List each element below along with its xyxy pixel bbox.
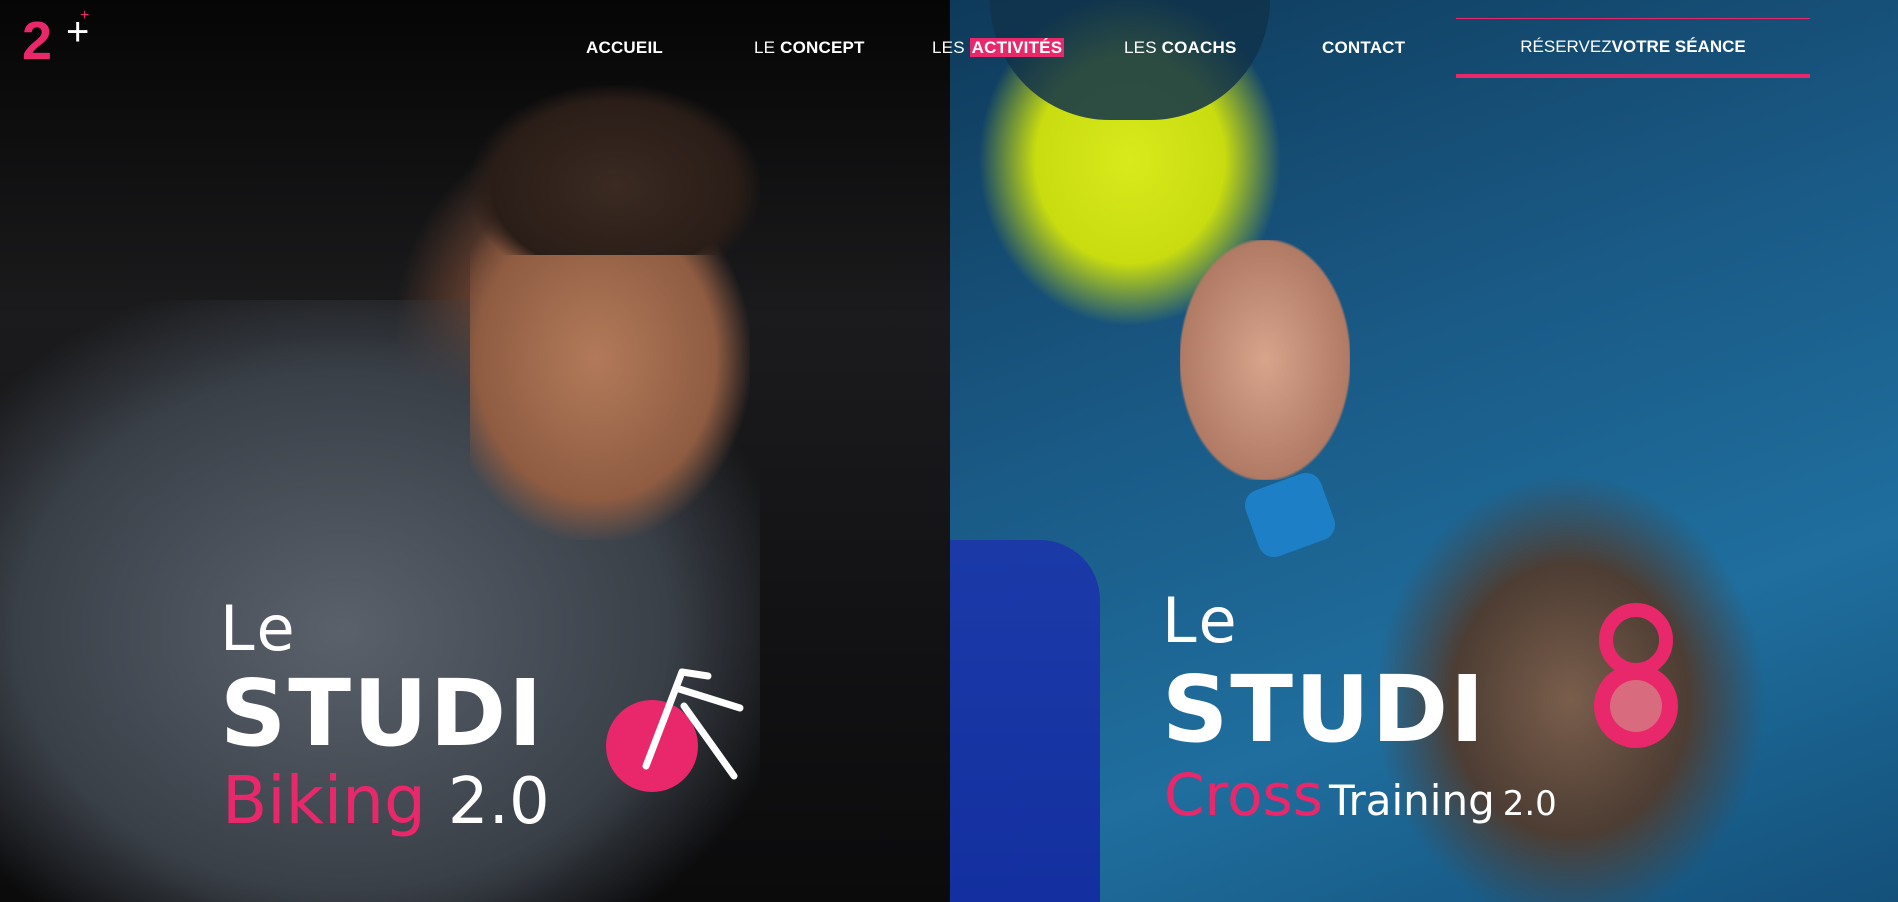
book-session-label: VOTRE SÉANCE <box>1611 36 1746 56</box>
nav-concept-prefix: LE <box>754 38 781 57</box>
nav-concept[interactable]: LE CONCEPT <box>754 38 865 58</box>
bike-icon <box>606 668 744 792</box>
athlete-jacket <box>950 540 1100 902</box>
nav-coachs-prefix: LES <box>1124 38 1162 57</box>
cross-studio-word: STUDI <box>1162 656 1487 763</box>
nav-activites[interactable]: LES ACTIVITÉS <box>932 38 1065 58</box>
nav-contact-label: CONTACT <box>1322 38 1406 57</box>
main-navigation: ACCUEIL LE CONCEPT LES ACTIVITÉS LES COA… <box>0 0 1898 96</box>
studio-biking-card[interactable]: Le STUDI Biking 2.0 <box>220 598 820 858</box>
biking-le: Le <box>220 592 298 665</box>
book-session-button[interactable]: RÉSERVEZ VOTRE SÉANCE <box>1456 18 1810 78</box>
nav-coachs-label: COACHS <box>1161 38 1237 57</box>
biking-version: 2.0 <box>447 765 550 839</box>
cross-le: Le <box>1162 584 1240 657</box>
nav-accueil-label: ACCUEIL <box>586 38 663 57</box>
smartwatch <box>1240 468 1340 562</box>
kettlebell-icon <box>1594 603 1678 748</box>
nav-concept-label: CONCEPT <box>780 38 865 57</box>
cyclist-face <box>470 210 750 540</box>
biking-studio-word: STUDI <box>220 660 545 767</box>
nav-accueil[interactable]: ACCUEIL <box>586 38 663 58</box>
biking-subtitle: Biking 2.0 <box>222 768 550 836</box>
nav-activites-prefix: LES <box>932 38 970 57</box>
biking-name: Biking <box>222 762 426 839</box>
nav-coachs[interactable]: LES COACHS <box>1124 38 1237 58</box>
nav-activites-label: ACTIVITÉS <box>969 38 1065 57</box>
book-session-prefix: RÉSERVEZ <box>1520 36 1612 56</box>
cross-name-2: Training <box>1329 776 1495 825</box>
athlete-hand <box>1180 240 1350 480</box>
cross-version: 2.0 <box>1502 784 1557 824</box>
cyclist-hair <box>470 85 760 255</box>
studio-cross-training-card[interactable]: Le STUDI Cross Training 2.0 <box>1162 590 1702 850</box>
cross-subtitle: Cross Training 2.0 <box>1164 766 1557 825</box>
nav-contact[interactable]: CONTACT <box>1322 38 1405 58</box>
cross-name: Cross <box>1164 761 1323 829</box>
